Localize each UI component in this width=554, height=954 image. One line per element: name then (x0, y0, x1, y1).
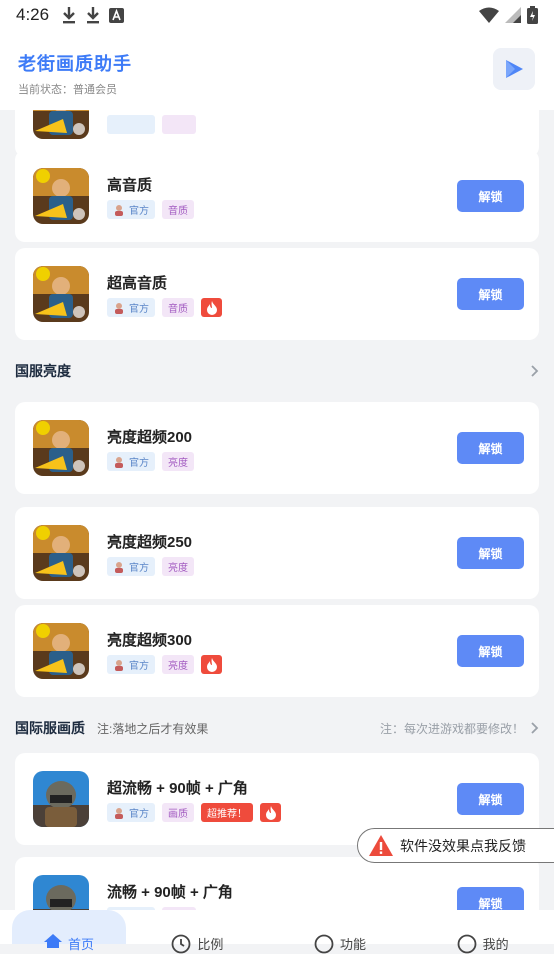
status-time: 4:26 (16, 5, 50, 24)
download-icon (87, 7, 100, 24)
official-tag: 官方 (107, 200, 155, 219)
wifi-icon (479, 7, 499, 23)
section-right-note: 注：每次进游戏都要修改！ (379, 721, 524, 736)
unlock-button[interactable]: 解锁 (457, 887, 524, 910)
option-name: 超流畅 + 90帧 + 广角 (107, 780, 248, 797)
nav-home[interactable]: 首页 (12, 910, 126, 952)
option-name: 流畅 + 90帧 + 广角 (107, 884, 233, 901)
signal-icon (505, 7, 521, 23)
ratio-icon (171, 934, 191, 954)
option-card: 高音质 官方 音质 解锁 (15, 150, 539, 242)
option-name: 亮度超频250 (107, 534, 193, 551)
unlock-button[interactable]: 解锁 (457, 635, 524, 667)
app-notification-icon (109, 7, 125, 23)
play-button[interactable] (493, 48, 535, 90)
app-header: 老街画质助手 当前状态：普通会员 (0, 30, 554, 110)
official-tag: 官方 (107, 298, 155, 317)
avatar-icon (113, 456, 125, 468)
game-icon (33, 875, 89, 910)
avatar-icon (113, 204, 125, 216)
unlock-button[interactable]: 解锁 (457, 180, 524, 212)
hot-fire-icon (201, 655, 222, 674)
section-note: 注:落地之后才有效果 (97, 721, 209, 736)
nav-mine[interactable]: 我的 (411, 910, 554, 954)
option-card: 超高音质 官方 音质 解锁 (15, 248, 539, 340)
official-tag: 官方 (107, 452, 155, 471)
play-icon (506, 60, 523, 78)
hot-fire-icon (201, 298, 222, 317)
home-icon (43, 934, 62, 948)
unlock-button[interactable]: 解锁 (457, 783, 524, 815)
avatar-icon (113, 302, 125, 314)
chevron-right-icon (531, 365, 539, 377)
nav-ratio[interactable]: 比例 (126, 910, 269, 954)
option-card: 亮度超频200 官方 亮度 解锁 (15, 402, 539, 494)
game-icon (33, 623, 89, 679)
category-tag: 画质 (162, 803, 194, 822)
category-tag: 亮度 (162, 452, 194, 471)
features-icon (314, 934, 334, 954)
feedback-button[interactable]: 软件没效果点我反馈 (357, 828, 554, 863)
game-icon (33, 168, 89, 224)
warning-icon (369, 835, 393, 856)
feedback-label: 软件没效果点我反馈 (400, 837, 526, 854)
category-tag: 音质 (162, 298, 194, 317)
game-icon (33, 771, 89, 827)
game-icon (33, 110, 89, 139)
official-tag: 官方 (107, 557, 155, 576)
chevron-right-icon (531, 722, 539, 734)
recommend-tag: 超推荐！ (201, 803, 253, 822)
category-tag: 音质 (162, 200, 194, 219)
unlock-button[interactable]: 解锁 (457, 537, 524, 569)
profile-icon (457, 934, 477, 954)
official-tag: 官方 (107, 655, 155, 674)
option-name: 亮度超频300 (107, 632, 193, 649)
avatar-icon (113, 659, 125, 671)
avatar-icon (113, 807, 125, 819)
avatar-icon (113, 561, 125, 573)
unlock-button[interactable]: 解锁 (457, 278, 524, 310)
membership-status: 当前状态：普通会员 (18, 84, 117, 96)
app-title: 老街画质助手 (18, 54, 132, 74)
download-icon (63, 7, 76, 24)
battery-icon (527, 6, 538, 24)
section-header[interactable]: 国服亮度 (15, 359, 539, 383)
section-title: 国际服画质 (15, 720, 85, 736)
game-icon (33, 266, 89, 322)
option-name: 超高音质 (107, 275, 168, 292)
official-tag: 官方 (107, 803, 155, 822)
status-bar: 4:26 (0, 0, 554, 30)
scroll-content[interactable]: 高音质 官方 音质 解锁 超高音质 官方 音质 解锁 国服亮度 亮度超频200 … (0, 110, 554, 910)
category-tag: 亮度 (162, 557, 194, 576)
section-title: 国服亮度 (15, 363, 71, 379)
option-card: 亮度超频250 官方 亮度 解锁 (15, 507, 539, 599)
hot-fire-icon (260, 803, 281, 822)
category-tag: 亮度 (162, 655, 194, 674)
option-card: 流畅 + 90帧 + 广角 解锁 (15, 857, 539, 910)
game-icon (33, 420, 89, 476)
option-name: 亮度超频200 (107, 429, 193, 446)
option-card: 亮度超频300 官方 亮度 解锁 (15, 605, 539, 697)
game-icon (33, 525, 89, 581)
section-header[interactable]: 国际服画质 注:落地之后才有效果 注：每次进游戏都要修改！ (15, 716, 539, 740)
bottom-nav: 首页 比例 功能 我的 (0, 910, 554, 954)
nav-features[interactable]: 功能 (269, 910, 412, 954)
unlock-button[interactable]: 解锁 (457, 432, 524, 464)
option-name: 高音质 (107, 177, 153, 194)
